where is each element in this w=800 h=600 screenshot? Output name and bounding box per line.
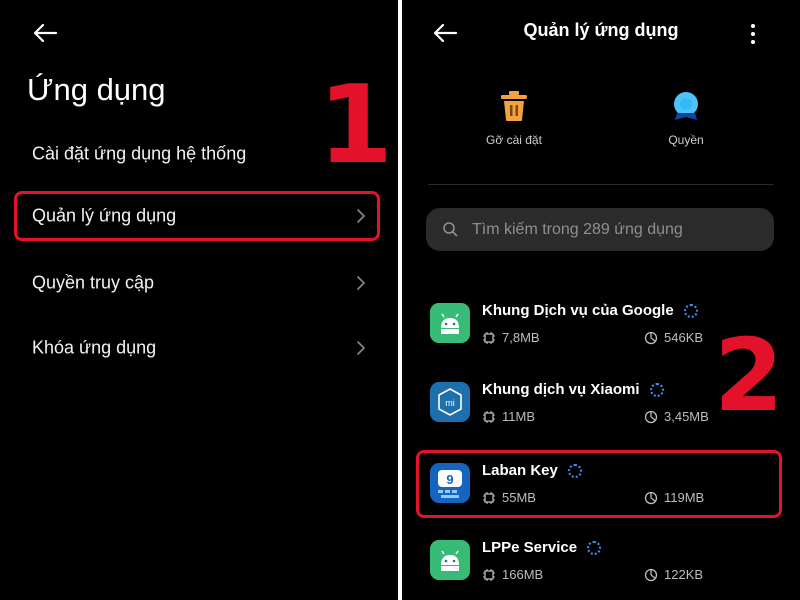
menu-item-label: Quyền truy cập (32, 272, 155, 293)
search-bar[interactable] (426, 208, 774, 251)
action-label: Quyền (668, 133, 704, 147)
app-storage-size: 7,8MB (482, 330, 540, 345)
action-label: Gỡ cài đặt (486, 133, 542, 147)
menu-item-label: Khóa ứng dụng (32, 337, 157, 358)
menu-item-app-lock[interactable]: Khóa ứng dụng (14, 323, 380, 373)
shield-icon (674, 92, 698, 120)
uninstall-button[interactable]: Gỡ cài đặt (454, 90, 574, 147)
permissions-button[interactable]: Quyền (626, 90, 746, 147)
chip-icon (483, 410, 495, 423)
step-number-annotation: 2 (714, 317, 784, 434)
more-options-button[interactable] (748, 22, 758, 46)
chevron-right-icon (357, 276, 366, 290)
svg-text:9: 9 (446, 472, 453, 487)
pie-chart-icon (644, 331, 658, 344)
app-storage-size: 11MB (482, 409, 535, 424)
search-input[interactable] (472, 208, 762, 251)
app-name: Khung dịch vụ Xiaomi (482, 381, 664, 398)
divider-line (428, 184, 774, 185)
step-number-annotation: 1 (318, 63, 394, 188)
loading-spinner-icon (587, 541, 602, 556)
app-cache-size: 119MB (644, 490, 704, 505)
left-panel-app-settings: Ứng dụng Cài đặt ứng dụng hệ thống Quản … (0, 0, 398, 600)
app-name: LPPe Service (482, 539, 602, 556)
menu-item-label: Cài đặt ứng dụng hệ thống (32, 143, 247, 164)
app-storage-size: 55MB (482, 490, 536, 505)
app-cache-size: 546KB (644, 330, 703, 345)
svg-text:mi: mi (445, 398, 455, 408)
mi-icon: mi (430, 382, 470, 422)
chevron-right-icon (357, 341, 366, 355)
menu-item-label: Quản lý ứng dụng (32, 205, 177, 226)
loading-spinner-icon (683, 304, 698, 319)
chip-icon (483, 491, 495, 504)
pie-chart-icon (644, 491, 658, 504)
menu-item-manage-apps[interactable]: Quản lý ứng dụng (14, 191, 380, 241)
search-icon (443, 222, 458, 237)
app-name: Laban Key (482, 462, 582, 479)
app-storage-size: 166MB (482, 567, 543, 582)
app-cache-size: 3,45MB (644, 409, 709, 424)
pie-chart-icon (644, 410, 658, 423)
chip-icon (483, 331, 495, 344)
back-button[interactable] (30, 18, 60, 48)
arrow-left-icon (33, 23, 58, 43)
menu-item-access-permissions[interactable]: Quyền truy cập (14, 258, 380, 308)
app-row-lppe-service[interactable]: LPPe Service 166MB 122KB (416, 527, 782, 595)
app-row-laban-key[interactable]: 9 Laban Key 55MB 119MB (416, 450, 782, 518)
trash-icon (501, 91, 527, 121)
laban-key-icon: 9 (430, 463, 470, 503)
loading-spinner-icon (649, 383, 664, 398)
chevron-right-icon (357, 209, 366, 223)
android-icon (430, 540, 470, 580)
page-title: Ứng dụng (27, 72, 166, 107)
page-title: Quản lý ứng dụng (523, 20, 679, 40)
right-panel-manage-apps: Quản lý ứng dụng Gỡ cài đặt Quyền Tìm ki… (402, 0, 800, 600)
pie-chart-icon (644, 568, 658, 581)
loading-spinner-icon (567, 464, 582, 479)
chip-icon (483, 568, 495, 581)
app-cache-size: 122KB (644, 567, 703, 582)
android-icon (430, 303, 470, 343)
more-vertical-icon (751, 24, 755, 28)
app-name: Khung Dịch vụ của Google (482, 302, 698, 319)
